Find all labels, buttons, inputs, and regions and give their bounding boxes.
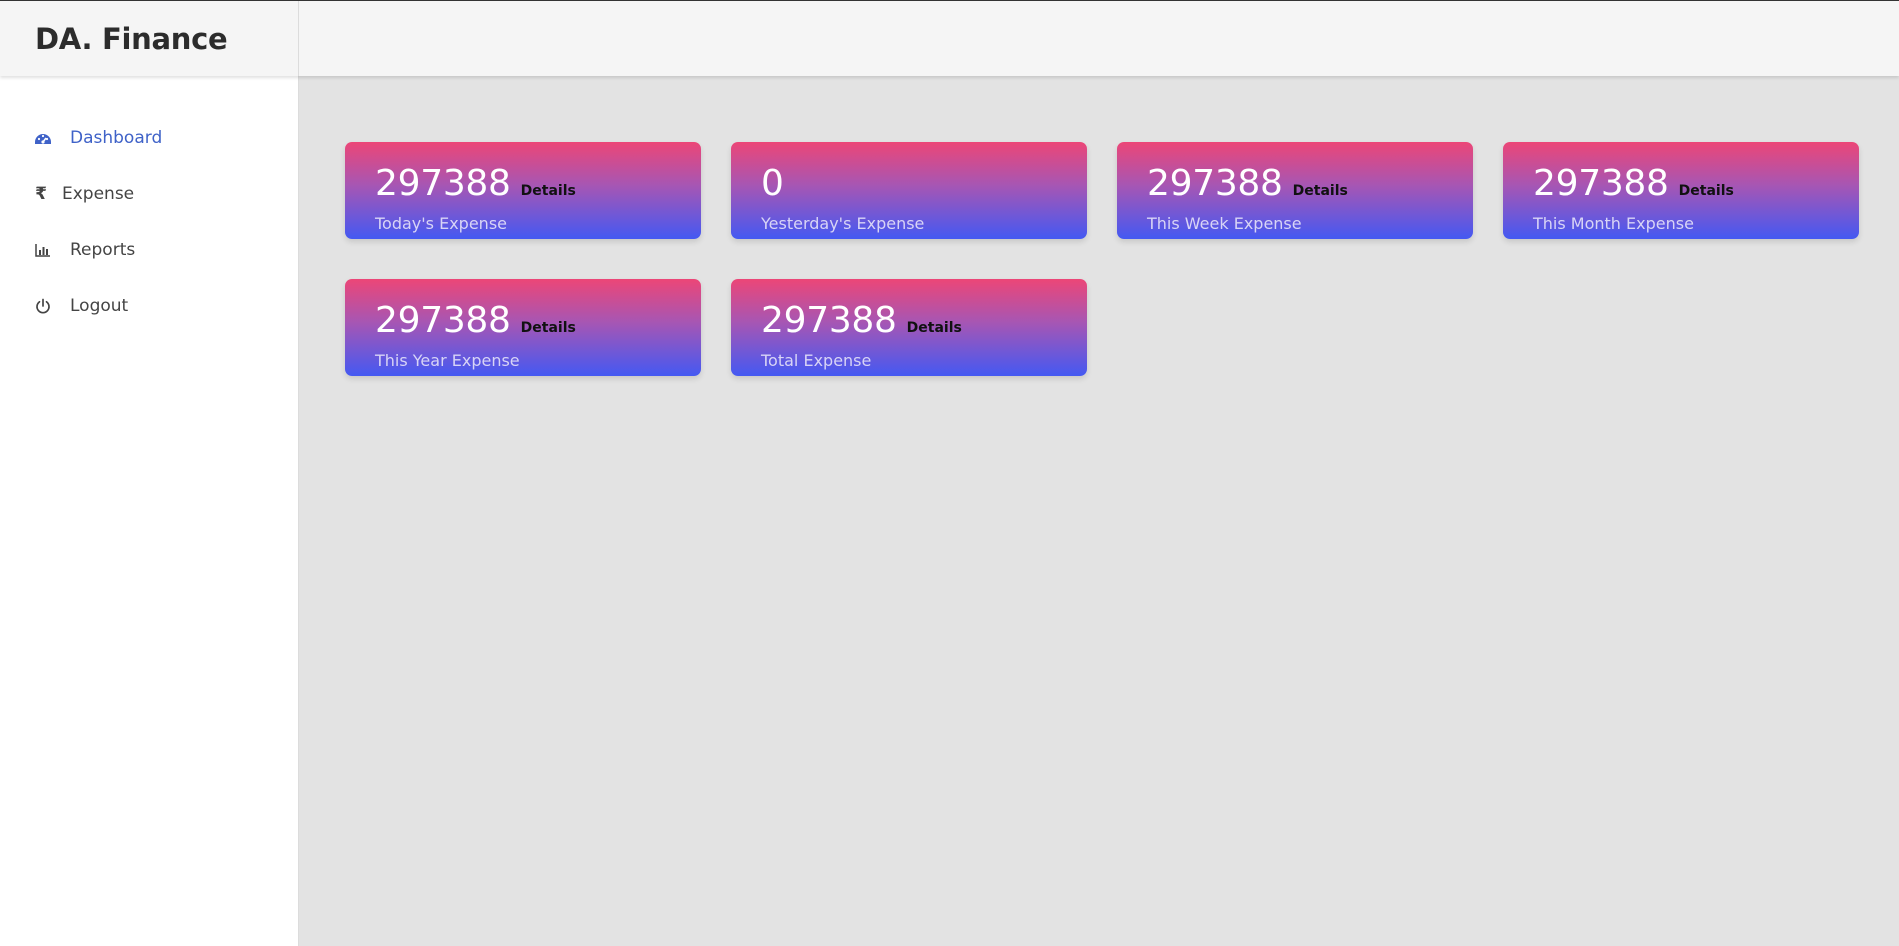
- sidebar-item-label: Logout: [70, 296, 129, 316]
- stat-value: 297388: [761, 300, 897, 341]
- app-brand-title[interactable]: DA. Finance: [0, 1, 299, 76]
- stat-label: This Month Expense: [1533, 214, 1694, 233]
- sidebar-item-dashboard[interactable]: Dashboard: [34, 128, 162, 148]
- power-icon: [34, 297, 52, 315]
- stat-label: This Week Expense: [1147, 214, 1302, 233]
- details-link[interactable]: Details: [1293, 183, 1348, 199]
- stat-card-today: 297388 Details Today's Expense: [345, 142, 701, 239]
- details-link[interactable]: Details: [907, 320, 962, 336]
- stat-value: 297388: [1147, 163, 1283, 204]
- details-link[interactable]: Details: [521, 320, 576, 336]
- stat-label: Yesterday's Expense: [761, 214, 925, 233]
- details-link[interactable]: Details: [1679, 183, 1734, 199]
- stat-label: Today's Expense: [375, 214, 507, 233]
- stat-card-yesterday: 0 Yesterday's Expense: [731, 142, 1087, 239]
- stat-value: 297388: [375, 163, 511, 204]
- stat-card-week: 297388 Details This Week Expense: [1117, 142, 1473, 239]
- dashboard-gauge-icon: [34, 129, 52, 147]
- stat-label: This Year Expense: [375, 351, 520, 370]
- details-link[interactable]: Details: [521, 183, 576, 199]
- sidebar-item-label: Dashboard: [70, 128, 163, 148]
- stat-value: 297388: [1533, 163, 1669, 204]
- stat-value: 0: [761, 163, 784, 204]
- rupee-icon: ₹: [35, 184, 47, 204]
- stat-card-total: 297388 Details Total Expense: [731, 279, 1087, 376]
- sidebar: Dashboard ₹ Expense Reports Logout: [0, 76, 299, 946]
- stat-label: Total Expense: [761, 351, 872, 370]
- dashboard-main: 297388 Details Today's Expense 0 Yesterd…: [299, 76, 1899, 946]
- top-header: DA. Finance: [0, 0, 1899, 76]
- sidebar-item-label: Expense: [62, 184, 135, 204]
- sidebar-item-label: Reports: [70, 240, 136, 260]
- sidebar-item-expense[interactable]: ₹ Expense: [34, 184, 134, 204]
- sidebar-item-logout[interactable]: Logout: [34, 296, 128, 316]
- stat-card-year: 297388 Details This Year Expense: [345, 279, 701, 376]
- stat-card-month: 297388 Details This Month Expense: [1503, 142, 1859, 239]
- sidebar-item-reports[interactable]: Reports: [34, 240, 135, 260]
- bar-chart-icon: [34, 241, 52, 259]
- stat-value: 297388: [375, 300, 511, 341]
